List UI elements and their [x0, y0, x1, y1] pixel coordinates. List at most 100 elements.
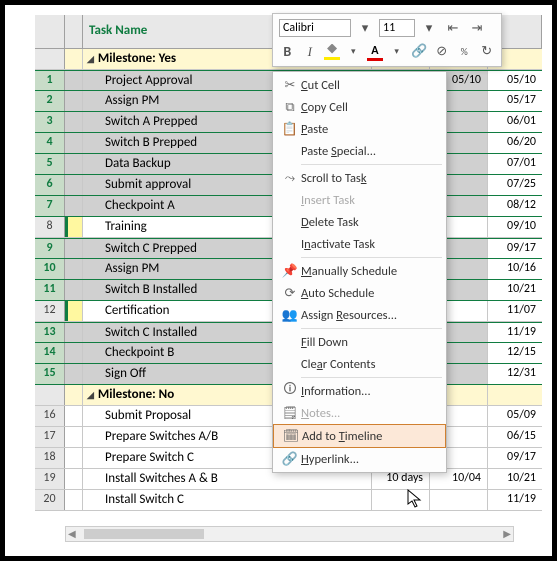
rownum[interactable]: 6: [35, 175, 65, 195]
menu-hyperlink[interactable]: 🔗Hyperlink...: [273, 448, 446, 470]
date-cell[interactable]: 12/31: [488, 364, 542, 384]
menu-inactivate-task[interactable]: Inactivate Task: [273, 233, 446, 255]
rownum[interactable]: 7: [35, 196, 65, 216]
rownum[interactable]: 9: [35, 239, 65, 258]
outdent-icon[interactable]: ⇤: [443, 18, 463, 38]
refresh-icon[interactable]: ↻: [478, 42, 495, 62]
size-dropdown-icon[interactable]: ▾: [419, 18, 439, 38]
percent-icon[interactable]: %: [456, 42, 473, 62]
horizontal-scrollbar[interactable]: [65, 526, 514, 542]
rownum[interactable]: [35, 49, 65, 69]
menu-information[interactable]: 🛈Information...: [273, 380, 446, 402]
link-icon: 🔗: [279, 450, 301, 468]
menu-notes[interactable]: 🗒Notes...: [273, 402, 446, 424]
blank-icon: [279, 213, 301, 231]
date-cell[interactable]: 06/01: [488, 112, 542, 132]
indicator-cell: [65, 71, 83, 90]
indicator-cell: [65, 175, 83, 195]
indicator-cell: [65, 259, 83, 279]
rownum[interactable]: 16: [35, 406, 65, 426]
rownum[interactable]: [35, 385, 65, 405]
blank-icon: [279, 142, 301, 160]
date-cell[interactable]: 11/19: [488, 323, 542, 342]
rownum[interactable]: 10: [35, 259, 65, 279]
bold-button[interactable]: B: [279, 42, 296, 62]
menu-insert-task[interactable]: Insert Task: [273, 189, 446, 211]
date-cell[interactable]: 05/10: [488, 71, 542, 90]
rownum[interactable]: 4: [35, 133, 65, 153]
indicator-cell: [65, 280, 83, 300]
menu-paste[interactable]: 📋Paste: [273, 118, 446, 140]
date-cell[interactable]: 11/07: [488, 301, 542, 321]
menu-assign-resources[interactable]: 👥Assign Resources...: [273, 304, 446, 326]
menu-delete-task[interactable]: Delete Task: [273, 211, 446, 233]
indent-icon[interactable]: ⇥: [467, 18, 487, 38]
timeline-icon: 🗓: [280, 427, 302, 445]
scroll-thumb[interactable]: [84, 529, 204, 539]
menu-cut[interactable]: ✂Cut Cell: [273, 74, 446, 96]
date-cell[interactable]: 06/15: [488, 427, 542, 447]
menu-clear-contents[interactable]: Clear Contents: [273, 353, 446, 375]
blank-icon: [279, 191, 301, 209]
rownum[interactable]: 13: [35, 323, 65, 342]
notes-icon: 🗒: [279, 404, 301, 422]
date-cell[interactable]: 10/21: [488, 280, 542, 300]
font-dropdown-icon[interactable]: ▾: [355, 18, 375, 38]
date-cell[interactable]: 05/17: [488, 91, 542, 111]
header-indicator[interactable]: [65, 15, 83, 48]
rownum[interactable]: 18: [35, 448, 65, 468]
fontcolor-dropdown-icon[interactable]: ▾: [388, 42, 405, 62]
menu-manually-schedule[interactable]: 📌Manually Schedule: [273, 260, 446, 282]
date-cell[interactable]: 07/25: [488, 175, 542, 195]
menu-fill-down[interactable]: Fill Down: [273, 331, 446, 353]
rownum[interactable]: 14: [35, 343, 65, 363]
rownum[interactable]: 2: [35, 91, 65, 111]
table-row[interactable]: 20 Install Switch C 11/19: [35, 490, 542, 511]
rownum[interactable]: 15: [35, 364, 65, 384]
header-rownum[interactable]: [35, 15, 65, 48]
cell[interactable]: [430, 490, 488, 510]
rownum[interactable]: 3: [35, 112, 65, 132]
italic-button[interactable]: I: [302, 42, 319, 62]
fill-color-button[interactable]: [324, 44, 339, 60]
menu-auto-schedule[interactable]: ⟳Auto Schedule: [273, 282, 446, 304]
menu-add-to-timeline[interactable]: 🗓Add to Timeline: [273, 424, 446, 448]
date-cell[interactable]: 12/15: [488, 343, 542, 363]
menu-paste-special[interactable]: Paste Special...: [273, 140, 446, 162]
rownum[interactable]: 19: [35, 469, 65, 489]
indicator-cell: [65, 448, 83, 468]
date-cell[interactable]: 09/10: [488, 217, 542, 237]
rownum[interactable]: 20: [35, 490, 65, 510]
menu-copy[interactable]: ⧉Copy Cell: [273, 96, 446, 118]
date-cell[interactable]: 09/17: [488, 239, 542, 258]
font-size-combo[interactable]: 11: [379, 19, 415, 37]
date-cell[interactable]: 11/19: [488, 490, 542, 510]
rownum[interactable]: 11: [35, 280, 65, 300]
rownum[interactable]: 5: [35, 154, 65, 174]
date-cell[interactable]: 10/16: [488, 259, 542, 279]
indicator-cell: [65, 469, 83, 489]
task-name-cell[interactable]: Install Switch C: [83, 490, 372, 510]
date-cell[interactable]: 05/09: [488, 406, 542, 426]
date-cell[interactable]: 09/17: [488, 448, 542, 468]
indicator-cell: [65, 91, 83, 111]
link-icon[interactable]: 🔗: [411, 42, 428, 62]
mini-toolbar: Calibri ▾ 11 ▾ ⇤ ⇥ B I ▾ A ▾ 🔗 ⊘ % ↻: [272, 13, 502, 67]
indicator-cell: [65, 196, 83, 216]
menu-scroll-to-task[interactable]: ⤳Scroll to Task: [273, 167, 446, 189]
font-name-combo[interactable]: Calibri: [279, 19, 351, 37]
cell[interactable]: [372, 490, 430, 510]
font-color-button[interactable]: A: [367, 44, 382, 60]
rownum[interactable]: 12: [35, 301, 65, 321]
date-cell[interactable]: 07/01: [488, 154, 542, 174]
date-cell[interactable]: 08/12: [488, 196, 542, 216]
rownum[interactable]: 8: [35, 217, 65, 237]
copy-icon: ⧉: [279, 98, 301, 116]
unlink-icon[interactable]: ⊘: [433, 42, 450, 62]
date-cell[interactable]: 10/21: [488, 469, 542, 489]
menu-separator: [301, 257, 442, 258]
date-cell[interactable]: 06/20: [488, 133, 542, 153]
fill-dropdown-icon[interactable]: ▾: [345, 42, 362, 62]
rownum[interactable]: 17: [35, 427, 65, 447]
rownum[interactable]: 1: [35, 71, 65, 90]
